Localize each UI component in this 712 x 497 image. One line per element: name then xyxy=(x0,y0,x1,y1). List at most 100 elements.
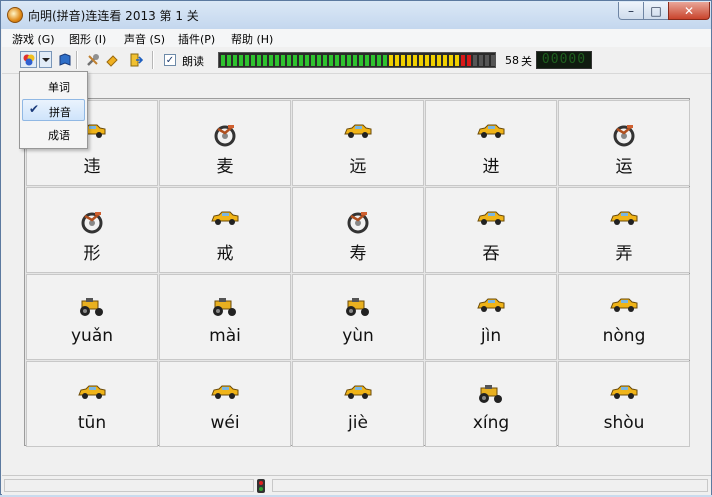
progress-segment xyxy=(407,55,411,66)
chevron-down-icon xyxy=(41,57,50,62)
progress-segment xyxy=(311,55,315,66)
eraser-icon xyxy=(105,54,118,67)
taxi-icon xyxy=(343,123,373,143)
board-tile[interactable]: shòu xyxy=(558,361,690,447)
menu-plugins[interactable]: 插件(P) xyxy=(178,31,215,47)
progress-segment xyxy=(389,55,393,66)
progress-segment xyxy=(491,55,495,66)
maximize-button[interactable]: □ xyxy=(643,2,669,20)
tile-text: 戒 xyxy=(216,244,234,264)
taxi-icon xyxy=(609,384,639,404)
tile-text: jiè xyxy=(348,413,368,433)
motorcycle-icon xyxy=(212,123,238,151)
taxi-icon xyxy=(77,384,107,404)
taxi-icon xyxy=(210,210,240,230)
taxi-icon xyxy=(609,297,639,317)
progress-segment xyxy=(233,55,237,66)
board-tile[interactable]: jìn xyxy=(425,274,557,360)
progress-segment xyxy=(281,55,285,66)
checkmark-icon: ✔ xyxy=(29,102,40,116)
dropdown-item-word[interactable]: 单词 xyxy=(22,75,85,97)
board-tile[interactable]: yùn xyxy=(292,274,424,360)
progress-segment xyxy=(431,55,435,66)
progress-segment xyxy=(479,55,483,66)
board-tile[interactable]: 形 xyxy=(26,187,158,273)
time-progress-bar xyxy=(218,52,496,68)
dropdown-item-label: 成语 xyxy=(48,129,70,142)
board-tile[interactable]: wéi xyxy=(159,361,291,447)
board-tile[interactable]: 麦 xyxy=(159,100,291,186)
board-tile[interactable]: 运 xyxy=(558,100,690,186)
tile-text: yuǎn xyxy=(70,326,114,346)
tile-text: xíng xyxy=(472,413,510,433)
book-button[interactable] xyxy=(56,51,73,68)
menu-game[interactable]: 游戏 (G) xyxy=(12,31,55,47)
progress-segment xyxy=(317,55,321,66)
progress-segment xyxy=(485,55,489,66)
mode-dropdown-menu: 单词 ✔ 拼音 成语 xyxy=(19,71,88,149)
close-button[interactable]: ✕ xyxy=(668,2,710,20)
tile-text: wéi xyxy=(210,413,240,433)
board-tile[interactable]: 弄 xyxy=(558,187,690,273)
mode-dropdown-button[interactable] xyxy=(39,51,52,68)
tile-text: jìn xyxy=(480,326,502,346)
tractor-icon xyxy=(78,297,106,321)
tile-text: 弄 xyxy=(615,244,633,264)
tile-text: 远 xyxy=(349,157,367,177)
eraser-button[interactable] xyxy=(103,51,120,68)
board-tile[interactable]: 远 xyxy=(292,100,424,186)
board-tile[interactable]: tūn xyxy=(26,361,158,447)
progress-segment xyxy=(437,55,441,66)
menu-help[interactable]: 帮助 (H) xyxy=(231,31,273,47)
board-tile[interactable]: 进 xyxy=(425,100,557,186)
progress-segment xyxy=(263,55,267,66)
progress-segment xyxy=(419,55,423,66)
dropdown-item-pinyin[interactable]: ✔ 拼音 xyxy=(22,99,85,121)
tile-text: yùn xyxy=(342,326,374,346)
tile-text: 吞 xyxy=(482,244,500,264)
colors-icon xyxy=(23,54,34,65)
board-tile[interactable]: 寿 xyxy=(292,187,424,273)
score-display: 00000 xyxy=(536,51,592,69)
exit-button[interactable] xyxy=(127,51,144,68)
progress-segment xyxy=(239,55,243,66)
board-tile[interactable]: 戒 xyxy=(159,187,291,273)
app-icon[interactable] xyxy=(7,7,23,23)
tile-text: 寿 xyxy=(349,244,367,264)
progress-segment xyxy=(473,55,477,66)
tile-text: 形 xyxy=(83,244,101,264)
status-pane xyxy=(4,479,254,492)
progress-segment xyxy=(467,55,471,66)
tile-text: nòng xyxy=(602,326,646,346)
progress-segment xyxy=(359,55,363,66)
board-tile[interactable]: xíng xyxy=(425,361,557,447)
progress-segment xyxy=(329,55,333,66)
tools-icon xyxy=(86,53,99,66)
read-aloud-checkbox[interactable]: ✓ xyxy=(164,54,176,66)
dropdown-item-label: 拼音 xyxy=(49,106,71,119)
board-tile[interactable]: nòng xyxy=(558,274,690,360)
progress-segment xyxy=(269,55,273,66)
dropdown-item-label: 单词 xyxy=(48,81,70,94)
toolbar: ✓ 朗读 58 关 00000 xyxy=(2,47,711,74)
motorcycle-icon xyxy=(79,210,105,238)
progress-segment xyxy=(365,55,369,66)
window-title: 向明(拼音)连连看 2013 第 1 关 xyxy=(28,9,199,23)
level-value: 58 xyxy=(505,54,519,67)
board-tile[interactable]: yuǎn xyxy=(26,274,158,360)
progress-segment xyxy=(275,55,279,66)
tile-text: 进 xyxy=(482,157,500,177)
graphics-toggle-button[interactable] xyxy=(20,51,37,68)
menu-graphics[interactable]: 图形 (I) xyxy=(69,31,106,47)
tile-text: 违 xyxy=(83,157,101,177)
menu-sound[interactable]: 声音 (S) xyxy=(124,31,165,47)
minimize-button[interactable]: – xyxy=(618,2,644,20)
tools-button[interactable] xyxy=(84,51,101,68)
board-tile[interactable]: jiè xyxy=(292,361,424,447)
tile-text: mài xyxy=(209,326,241,346)
title-bar[interactable]: 向明(拼音)连连看 2013 第 1 关 – □ ✕ xyxy=(1,1,711,29)
board-tile[interactable]: mài xyxy=(159,274,291,360)
progress-segment xyxy=(443,55,447,66)
dropdown-item-idiom[interactable]: 成语 xyxy=(22,123,85,145)
board-tile[interactable]: 吞 xyxy=(425,187,557,273)
